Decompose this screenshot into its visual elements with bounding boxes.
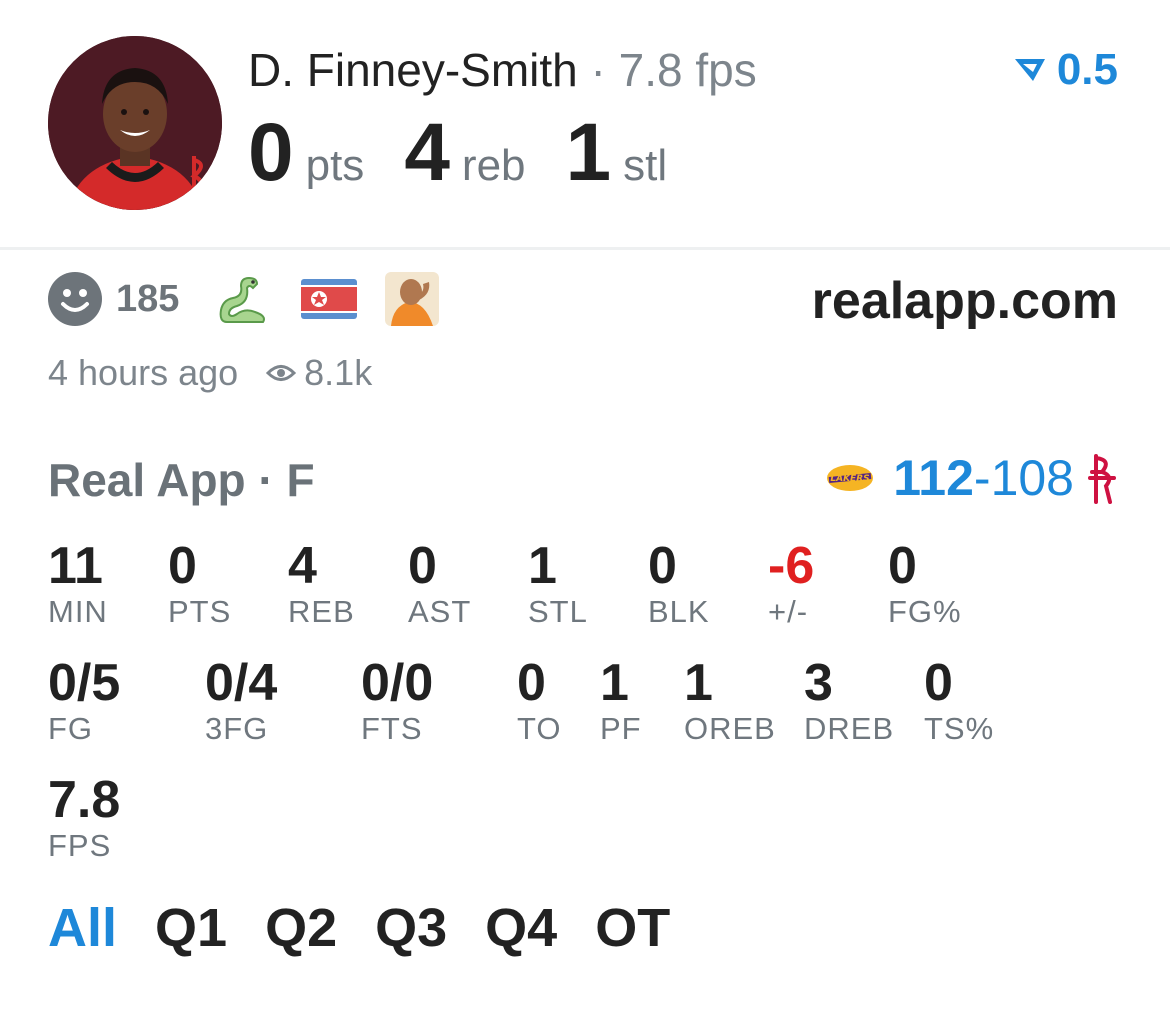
stat-value: 0 xyxy=(924,654,953,712)
real-score-badge[interactable]: 0.5 xyxy=(1013,44,1118,96)
stat-label: TO xyxy=(517,711,562,746)
stat-label: FG% xyxy=(888,594,962,629)
headline-pts-value: 0 xyxy=(248,107,294,198)
stat-value: 7.8 xyxy=(48,771,121,829)
headline-stl-value: 1 xyxy=(565,107,612,198)
stat-value: 4 xyxy=(288,537,317,595)
tab-q4[interactable]: Q4 xyxy=(485,896,557,960)
stat-ast: 0 AST xyxy=(408,538,471,630)
headline-reb-value: 4 xyxy=(404,107,450,198)
stat-value: 0/5 xyxy=(48,654,121,712)
stat-value: 0 xyxy=(408,537,437,595)
stat-ts-pct: 0 TS% xyxy=(924,655,994,747)
stat-reb: 4 REB xyxy=(288,538,355,630)
game-source-label: Real App · F xyxy=(48,454,315,506)
stat-label: OREB xyxy=(684,711,776,746)
stat-fg: 0/5 FG xyxy=(48,655,120,747)
rockets-logo xyxy=(1088,454,1116,504)
stat-dreb: 3 DREB xyxy=(804,655,894,747)
stat-blk: 0 BLK xyxy=(648,538,710,630)
badge-value: 0.5 xyxy=(1056,45,1118,94)
stat-value: 0 xyxy=(888,537,917,595)
lakers-logo: LAKERS xyxy=(827,465,874,491)
stat-label: TS% xyxy=(924,711,995,746)
player-fps: 7.8 fps xyxy=(618,44,757,96)
tab-q3[interactable]: Q3 xyxy=(375,896,447,960)
stat-label: FG xyxy=(48,711,94,746)
drake-meme-emoji[interactable] xyxy=(385,272,440,326)
tab-ot[interactable]: OT xyxy=(595,896,670,960)
stat-label: 3FG xyxy=(205,711,269,746)
stat-value: -6 xyxy=(768,537,815,595)
headline-reb-unit: reb xyxy=(461,141,526,190)
stat-label: BLK xyxy=(648,594,710,629)
stat-label: DREB xyxy=(804,711,895,746)
stat-value: 0 xyxy=(168,537,197,595)
tab-all[interactable]: All xyxy=(48,896,117,960)
stat-oreb: 1 OREB xyxy=(684,655,776,747)
score-away: 112 xyxy=(893,450,974,506)
stat-min: 11 MIN xyxy=(48,538,108,630)
stat-value: 0/4 xyxy=(205,654,278,712)
tab-q1[interactable]: Q1 xyxy=(155,896,227,960)
stat-label: REB xyxy=(288,594,355,629)
reaction-count: 185 xyxy=(116,277,180,320)
stat-label: +/- xyxy=(768,594,809,629)
stat-to: 0 TO xyxy=(517,655,562,747)
snake-emoji[interactable] xyxy=(215,272,273,326)
stat-value: 1 xyxy=(600,654,629,712)
stat-3fg: 0/4 3FG xyxy=(205,655,277,747)
header-divider xyxy=(0,247,1170,250)
svg-text:LAKERS: LAKERS xyxy=(831,474,870,484)
reactions-bar[interactable]: 185 xyxy=(48,272,467,326)
period-tabs: All Q1 Q2 Q3 Q4 OT xyxy=(48,896,708,960)
headline-stl-unit: stl xyxy=(623,141,668,190)
site-watermark: realapp.com xyxy=(811,272,1118,330)
stat-stl: 1 STL xyxy=(528,538,588,630)
stat-value: 11 xyxy=(48,537,103,595)
stat-fts: 0/0 FTS xyxy=(361,655,433,747)
stat-value: 3 xyxy=(804,654,833,712)
score-line: 112-108 xyxy=(893,448,1074,508)
stat-pts: 0 PTS xyxy=(168,538,231,630)
stat-value: 1 xyxy=(528,537,557,595)
stat-label: FPS xyxy=(48,828,112,863)
post-meta: 4 hours ago 8.1k xyxy=(48,350,372,396)
headline-pts-unit: pts xyxy=(305,141,365,190)
score-home: 108 xyxy=(990,450,1074,506)
tab-q2[interactable]: Q2 xyxy=(265,896,337,960)
stat-label: PTS xyxy=(168,594,232,629)
post-views: 8.1k xyxy=(266,350,372,396)
player-avatar[interactable] xyxy=(48,36,222,210)
stat-value: 0 xyxy=(648,537,677,595)
player-title: D. Finney-Smith · 7.8 fps xyxy=(248,40,757,100)
stat-fg-pct: 0 FG% xyxy=(888,538,962,630)
stat-value: 1 xyxy=(684,654,713,712)
stat-label: MIN xyxy=(48,594,108,629)
eye-icon xyxy=(266,365,297,381)
player-name[interactable]: D. Finney-Smith xyxy=(248,44,578,96)
title-separator: · xyxy=(590,44,606,96)
score-dash: - xyxy=(973,450,991,506)
stat-label: FTS xyxy=(361,711,423,746)
stat-label: PF xyxy=(600,711,642,746)
stat-plus-minus: -6 +/- xyxy=(768,538,814,630)
views-count: 8.1k xyxy=(304,352,373,393)
game-score[interactable]: LAKERS 112-108 xyxy=(825,448,1116,508)
stat-value: 0 xyxy=(517,654,546,712)
real-chevron-icon xyxy=(1014,59,1045,81)
post-time: 4 hours ago xyxy=(48,352,239,393)
stat-fps: 7.8 FPS xyxy=(48,772,120,864)
headline-stats: 0 pts 4 reb 1 stl xyxy=(248,108,707,198)
north-korea-flag-emoji[interactable] xyxy=(301,279,358,319)
stat-value: 0/0 xyxy=(361,654,434,712)
stat-label: STL xyxy=(528,594,588,629)
stat-pf: 1 PF xyxy=(600,655,642,747)
smiley-icon[interactable] xyxy=(48,272,102,326)
stat-label: AST xyxy=(408,594,472,629)
